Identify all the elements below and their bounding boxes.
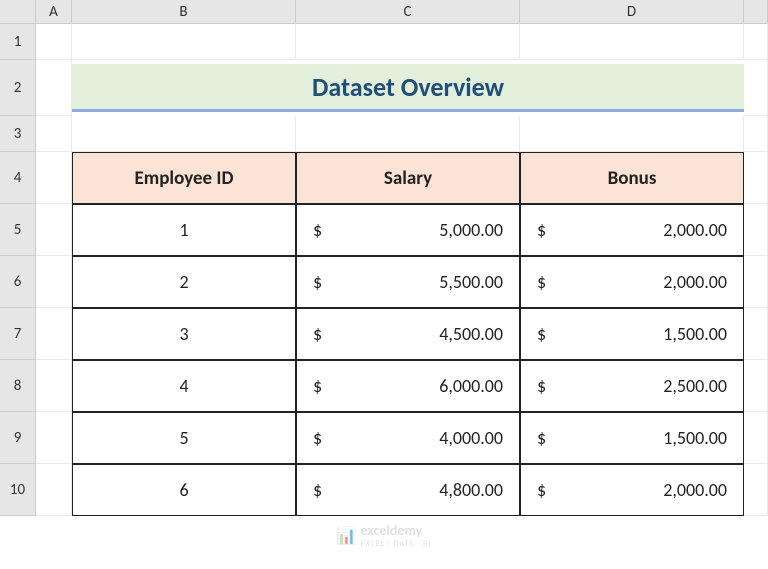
row-header-5[interactable]: 5 — [0, 204, 36, 256]
currency-symbol: $ — [313, 479, 322, 501]
cell-e9[interactable] — [744, 412, 768, 464]
cell-employee-3[interactable]: 3 — [72, 308, 296, 360]
cell-e5[interactable] — [744, 204, 768, 256]
bonus-value: 1,500.00 — [663, 427, 727, 449]
cell-e6[interactable] — [744, 256, 768, 308]
cell-e7[interactable] — [744, 308, 768, 360]
cell-a7[interactable] — [36, 308, 72, 360]
cell-c1[interactable] — [296, 24, 520, 60]
currency-symbol: $ — [537, 375, 546, 397]
cell-a5[interactable] — [36, 204, 72, 256]
watermark-sub: EXCEL · DATA · BI — [361, 539, 432, 549]
cell-salary-1[interactable]: $5,000.00 — [296, 204, 520, 256]
currency-symbol: $ — [313, 323, 322, 345]
salary-value: 4,500.00 — [439, 323, 503, 345]
col-header-extra[interactable] — [744, 0, 768, 24]
cell-employee-4[interactable]: 4 — [72, 360, 296, 412]
cell-salary-5[interactable]: $4,000.00 — [296, 412, 520, 464]
currency-symbol: $ — [537, 323, 546, 345]
cell-employee-5[interactable]: 5 — [72, 412, 296, 464]
cell-e8[interactable] — [744, 360, 768, 412]
cell-a4[interactable] — [36, 152, 72, 204]
cell-salary-4[interactable]: $6,000.00 — [296, 360, 520, 412]
currency-symbol: $ — [537, 427, 546, 449]
currency-symbol: $ — [313, 271, 322, 293]
cell-a10[interactable] — [36, 464, 72, 516]
cell-b1[interactable] — [72, 24, 296, 60]
cell-employee-1[interactable]: 1 — [72, 204, 296, 256]
salary-value: 4,800.00 — [439, 479, 503, 501]
cell-a8[interactable] — [36, 360, 72, 412]
cell-e2[interactable] — [744, 60, 768, 116]
salary-value: 6,000.00 — [439, 375, 503, 397]
col-header-a[interactable]: A — [36, 0, 72, 24]
watermark-text: exceldemy — [361, 522, 423, 539]
cell-c3[interactable] — [296, 116, 520, 152]
cell-a6[interactable] — [36, 256, 72, 308]
bonus-value: 2,000.00 — [663, 479, 727, 501]
cell-d3[interactable] — [520, 116, 744, 152]
header-employee-id[interactable]: Employee ID — [72, 152, 296, 204]
currency-symbol: $ — [537, 271, 546, 293]
row-header-6[interactable]: 6 — [0, 256, 36, 308]
salary-value: 5,500.00 — [439, 271, 503, 293]
row-header-10[interactable]: 10 — [0, 464, 36, 516]
cell-a9[interactable] — [36, 412, 72, 464]
row-header-2[interactable]: 2 — [0, 60, 36, 116]
header-salary[interactable]: Salary — [296, 152, 520, 204]
cell-salary-3[interactable]: $4,500.00 — [296, 308, 520, 360]
col-header-b[interactable]: B — [72, 0, 296, 24]
col-header-d[interactable]: D — [520, 0, 744, 24]
currency-symbol: $ — [313, 427, 322, 449]
row-header-9[interactable]: 9 — [0, 412, 36, 464]
cell-bonus-1[interactable]: $2,000.00 — [520, 204, 744, 256]
cell-bonus-4[interactable]: $2,500.00 — [520, 360, 744, 412]
row-header-8[interactable]: 8 — [0, 360, 36, 412]
cell-e10[interactable] — [744, 464, 768, 516]
col-header-c[interactable]: C — [296, 0, 520, 24]
row-header-4[interactable]: 4 — [0, 152, 36, 204]
cell-bonus-2[interactable]: $2,000.00 — [520, 256, 744, 308]
cell-d1[interactable] — [520, 24, 744, 60]
cell-a2[interactable] — [36, 60, 72, 116]
header-bonus[interactable]: Bonus — [520, 152, 744, 204]
watermark-icon: 📊 — [337, 526, 357, 546]
spreadsheet-grid: A B C D 1 2 Dataset Overview 3 4 Employe… — [0, 0, 768, 516]
title-cell[interactable]: Dataset Overview — [72, 64, 744, 112]
salary-value: 4,000.00 — [439, 427, 503, 449]
bonus-value: 1,500.00 — [663, 323, 727, 345]
row-header-7[interactable]: 7 — [0, 308, 36, 360]
salary-value: 5,000.00 — [439, 219, 503, 241]
bonus-value: 2,500.00 — [663, 375, 727, 397]
cell-e4[interactable] — [744, 152, 768, 204]
row-header-1[interactable]: 1 — [0, 24, 36, 60]
cell-salary-2[interactable]: $5,500.00 — [296, 256, 520, 308]
currency-symbol: $ — [313, 219, 322, 241]
cell-e3[interactable] — [744, 116, 768, 152]
cell-a1[interactable] — [36, 24, 72, 60]
cell-e1[interactable] — [744, 24, 768, 60]
watermark: 📊 exceldemy EXCEL · DATA · BI — [337, 522, 432, 549]
cell-bonus-5[interactable]: $1,500.00 — [520, 412, 744, 464]
cell-salary-6[interactable]: $4,800.00 — [296, 464, 520, 516]
cell-bonus-6[interactable]: $2,000.00 — [520, 464, 744, 516]
cell-b3[interactable] — [72, 116, 296, 152]
select-all-corner[interactable] — [0, 0, 36, 24]
currency-symbol: $ — [537, 219, 546, 241]
cell-employee-6[interactable]: 6 — [72, 464, 296, 516]
cell-employee-2[interactable]: 2 — [72, 256, 296, 308]
bonus-value: 2,000.00 — [663, 271, 727, 293]
cell-a3[interactable] — [36, 116, 72, 152]
cell-bonus-3[interactable]: $1,500.00 — [520, 308, 744, 360]
currency-symbol: $ — [537, 479, 546, 501]
bonus-value: 2,000.00 — [663, 219, 727, 241]
currency-symbol: $ — [313, 375, 322, 397]
row-header-3[interactable]: 3 — [0, 116, 36, 152]
